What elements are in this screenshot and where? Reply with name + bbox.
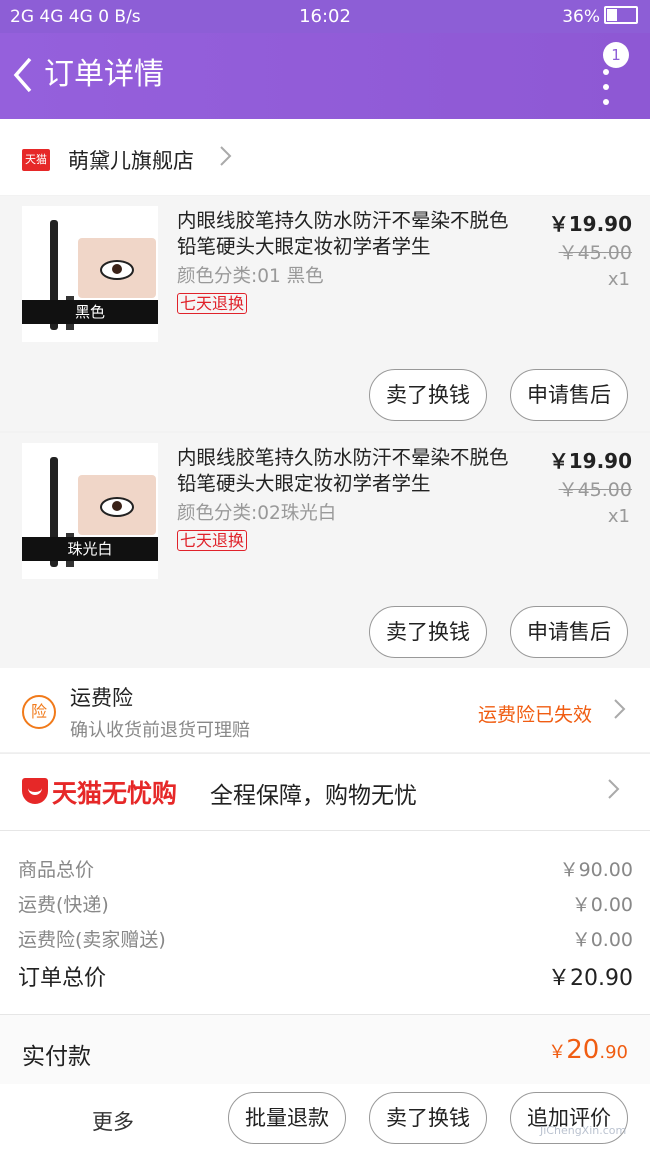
insurance-fee-label: 运费险(卖家赠送): [18, 929, 166, 951]
store-row[interactable]: 天猫 萌黛儿旗舰店: [0, 119, 650, 195]
price-summary: 商品总价 ￥90.00 运费(快递) ￥0.00 运费险(卖家赠送) ￥0.00…: [0, 830, 650, 1014]
back-button[interactable]: [8, 53, 38, 97]
store-name: 萌黛儿旗舰店: [68, 149, 194, 173]
paid-row: 实付款 ￥20.90: [0, 1014, 650, 1085]
clock: 16:02: [299, 6, 351, 27]
subtotal-value: ￥90.00: [559, 859, 633, 881]
product-price: ￥19.90: [548, 449, 632, 473]
shield-icon: [22, 778, 48, 804]
subtotal-label: 商品总价: [18, 859, 95, 881]
order-item[interactable]: 珠光白 内眼线胶笔持久防水防汗不晕染不脱色铅笔硬头大眼定妆初学者学生 颜色分类:…: [0, 433, 650, 668]
original-price: ￥45.00: [558, 479, 632, 501]
battery-icon: [604, 6, 638, 24]
status-bar: 2G 4G 4G 0 B/s 16:02 36%: [0, 0, 650, 33]
paid-amount: ￥20.90: [548, 1035, 628, 1065]
product-quantity: x1: [607, 506, 630, 527]
watermark: JiChengXin.com: [540, 1124, 627, 1137]
chevron-right-icon: [218, 141, 234, 178]
after-sales-button[interactable]: 申请售后: [510, 369, 628, 421]
shipping-insurance-row[interactable]: 险 运费险 确认收货前退货可理赔 运费险已失效: [0, 668, 650, 752]
header: 订单详情: [0, 33, 650, 119]
product-thumbnail[interactable]: 黑色: [22, 206, 158, 342]
insurance-title: 运费险: [70, 686, 133, 710]
worry-free-text: 全程保障，购物无忧: [210, 783, 417, 809]
insurance-subtitle: 确认收货前退货可理赔: [70, 720, 250, 741]
shipping-value: ￥0.00: [571, 894, 633, 916]
resell-button[interactable]: 卖了换钱: [369, 606, 487, 658]
notification-badge: 1: [603, 42, 629, 68]
order-total-label: 订单总价: [18, 966, 107, 991]
product-price: ￥19.90: [548, 212, 632, 236]
order-item[interactable]: 黑色 内眼线胶笔持久防水防汗不晕染不脱色铅笔硬头大眼定妆初学者学生 颜色分类:0…: [0, 196, 650, 431]
order-total-value: ￥20.90: [548, 966, 633, 991]
resell-button[interactable]: 卖了换钱: [369, 369, 487, 421]
eye-image: [78, 238, 156, 298]
product-sku: 颜色分类:01 黑色: [177, 266, 324, 287]
bottom-action-bar: 更多 批量退款 卖了换钱 追加评价 JiChengXin.com: [0, 1084, 650, 1155]
batch-refund-button[interactable]: 批量退款: [228, 1092, 346, 1144]
worry-free-brand: 天猫无忧购: [52, 779, 178, 808]
product-thumbnail[interactable]: 珠光白: [22, 443, 158, 579]
chevron-right-icon: [612, 694, 628, 731]
product-title[interactable]: 内眼线胶笔持久防水防汗不晕染不脱色铅笔硬头大眼定妆初学者学生: [177, 208, 517, 260]
battery-indicator: 36%: [562, 6, 638, 27]
tmall-icon: 天猫: [22, 149, 50, 171]
original-price: ￥45.00: [558, 242, 632, 264]
thumbnail-caption: 珠光白: [22, 537, 158, 561]
insurance-status: 运费险已失效: [478, 704, 593, 726]
thumbnail-caption: 黑色: [22, 300, 158, 324]
after-sales-button[interactable]: 申请售后: [510, 606, 628, 658]
product-quantity: x1: [607, 269, 630, 290]
eye-image: [78, 475, 156, 535]
insurance-icon: 险: [22, 695, 56, 729]
chevron-left-icon: [13, 57, 32, 93]
paid-label: 实付款: [22, 1044, 91, 1070]
more-actions-button[interactable]: 更多: [92, 1106, 134, 1136]
product-title[interactable]: 内眼线胶笔持久防水防汗不晕染不脱色铅笔硬头大眼定妆初学者学生: [177, 445, 517, 497]
return-policy-tag: 七天退换: [177, 530, 248, 551]
product-sku: 颜色分类:02珠光白: [177, 503, 337, 524]
resell-all-button[interactable]: 卖了换钱: [369, 1092, 487, 1144]
chevron-right-icon: [606, 774, 622, 811]
page-title: 订单详情: [44, 57, 164, 92]
worry-free-row[interactable]: 天猫无忧购 全程保障，购物无忧: [0, 753, 650, 830]
shipping-label: 运费(快递): [18, 894, 109, 916]
return-policy-tag: 七天退换: [177, 293, 248, 314]
insurance-fee-value: ￥0.00: [571, 929, 633, 951]
